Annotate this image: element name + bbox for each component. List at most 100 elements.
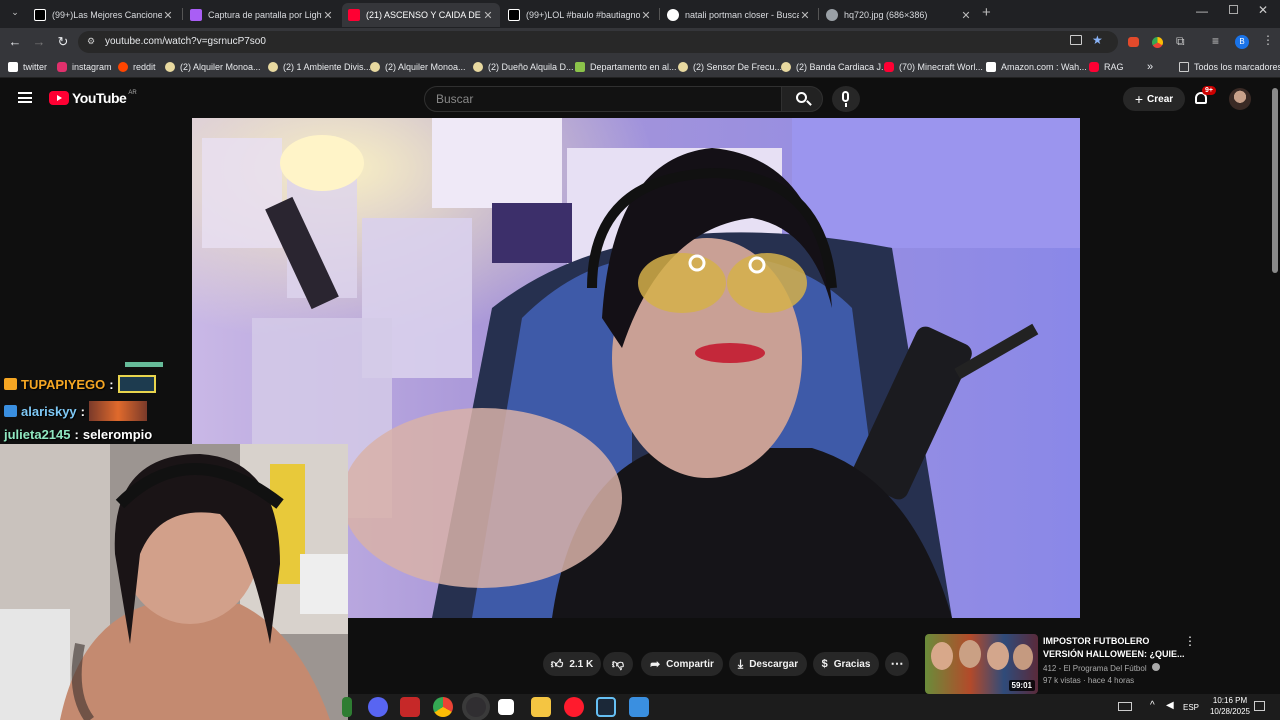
taskbar-app-icon[interactable]: [629, 697, 649, 717]
tab-5[interactable]: natali portman closer - Buscar c ✕: [661, 3, 817, 27]
amazon-icon: [986, 62, 996, 72]
related-video-card[interactable]: 59:01 IMPOSTOR FUTBOLERO VERSIÓN HALLOWE…: [925, 634, 1196, 694]
forward-icon[interactable]: →: [31, 34, 47, 50]
menu-icon[interactable]: ⋮: [1262, 33, 1274, 47]
extension-icon[interactable]: [1128, 37, 1139, 47]
file-explorer-icon[interactable]: [531, 697, 551, 717]
share-button[interactable]: ➦ Compartir: [641, 652, 723, 676]
tab-search-icon[interactable]: ⌄: [8, 7, 22, 21]
chat-separator: :: [74, 427, 79, 442]
site-info-icon[interactable]: ⚙: [87, 36, 95, 47]
close-tab-icon[interactable]: ✕: [960, 9, 972, 22]
bookmark-item[interactable]: twitter: [8, 60, 47, 74]
bookmark-item[interactable]: (2) Alquiler Monoa...: [370, 60, 466, 74]
tiktok-icon: [34, 9, 46, 21]
bookmark-star-icon[interactable]: ★: [1092, 33, 1103, 47]
bookmark-item[interactable]: reddit: [118, 60, 156, 74]
hamburger-menu-icon[interactable]: [18, 92, 32, 103]
all-bookmarks-button[interactable]: Todos los marcadores: [1179, 60, 1280, 74]
close-window-button[interactable]: ✕: [1258, 3, 1268, 17]
windows-taskbar: ^ ◀ ESP 10:16 PM 10/28/2025: [342, 694, 1280, 720]
related-more-icon[interactable]: ⋮: [1184, 634, 1196, 648]
bookmark-item[interactable]: instagram: [57, 60, 112, 74]
language-indicator[interactable]: ESP: [1183, 703, 1199, 712]
tab-2[interactable]: Captura de pantalla por Lightsh ✕: [184, 3, 340, 27]
account-avatar[interactable]: [1229, 88, 1251, 110]
webcam-overlay: [0, 444, 348, 720]
bookmark-item[interactable]: RAG: [1089, 60, 1124, 74]
minimize-button[interactable]: —: [1196, 4, 1208, 18]
reload-icon[interactable]: ↻: [55, 34, 71, 50]
chrome-icon[interactable]: [433, 697, 453, 717]
steam-icon[interactable]: [596, 697, 616, 717]
chevron-up-icon[interactable]: ^: [1150, 700, 1155, 711]
search-input[interactable]: Buscar: [424, 86, 782, 112]
keyboard-icon[interactable]: [1118, 702, 1132, 711]
tab-6[interactable]: hq720.jpg (686×386) ✕: [820, 3, 978, 27]
obs-icon[interactable]: [466, 697, 486, 717]
bookmark-label: twitter: [23, 62, 48, 72]
restore-button[interactable]: [1229, 5, 1238, 14]
close-tab-icon[interactable]: ✕: [482, 9, 494, 22]
extension-icon[interactable]: [1152, 37, 1163, 48]
search-button[interactable]: [781, 86, 823, 112]
new-tab-button[interactable]: +: [982, 4, 996, 21]
taskbar-app-icon[interactable]: [498, 699, 514, 715]
related-video-thumbnail[interactable]: 59:01: [925, 634, 1038, 694]
bookmark-item[interactable]: (2) Sensor De Frecu...: [678, 60, 782, 74]
discord-icon[interactable]: [368, 697, 388, 717]
share-label: Compartir: [666, 658, 714, 670]
page-scrollbar[interactable]: [1272, 88, 1278, 273]
close-tab-icon[interactable]: ✕: [799, 9, 811, 22]
more-icon: ⋯: [890, 656, 904, 671]
chat-message: julieta2145 : selerompio: [4, 427, 152, 442]
channel-name[interactable]: 412 - El Programa Del Fútbol: [1043, 663, 1160, 673]
create-button[interactable]: + Crear: [1123, 87, 1185, 111]
volume-icon[interactable]: ◀: [1166, 700, 1174, 711]
back-icon[interactable]: ←: [7, 34, 23, 50]
more-actions-button[interactable]: ⋯: [885, 652, 909, 676]
tab-1[interactable]: (99+)Las Mejores Canciones Ra ✕: [28, 3, 180, 27]
bookmark-label: (2) Banda Cardiaca J...: [796, 62, 889, 72]
more-bookmarks-button[interactable]: »: [1147, 60, 1153, 74]
bookmark-label: (2) 1 Ambiente Divis...: [283, 62, 372, 72]
bookmark-item[interactable]: (2) Dueño Alquila D...: [473, 60, 574, 74]
bookmark-label: (70) Minecraft Worl...: [899, 62, 983, 72]
tab-4[interactable]: (99+)LOL #baulo #bautiagnone ✕: [502, 3, 658, 27]
folder-icon: [1179, 62, 1189, 72]
notifications-button[interactable]: 9+: [1193, 86, 1216, 108]
bookmark-item[interactable]: Amazon.com : Wah...: [986, 60, 1087, 74]
tab-3-active[interactable]: (21) ASCENSO Y CAIDA DE OK ✕: [342, 3, 500, 27]
download-button[interactable]: ⤓ Descargar: [729, 652, 807, 676]
create-label: Crear: [1147, 93, 1174, 105]
youtube-logo[interactable]: YouTube AR: [49, 90, 137, 106]
related-video-title[interactable]: IMPOSTOR FUTBOLERO VERSIÓN HALLOWEEN: ¿Q…: [1043, 635, 1185, 661]
close-tab-icon[interactable]: ✕: [640, 9, 652, 22]
like-button[interactable]: 👍︎ 2.1 K: [543, 652, 601, 676]
marketplace-icon: [678, 62, 688, 72]
bookmark-item[interactable]: (2) Banda Cardiaca J...: [781, 60, 889, 74]
close-tab-icon[interactable]: ✕: [322, 9, 334, 22]
bookmark-item[interactable]: Departamento en al...: [575, 60, 677, 74]
puzzle-icon[interactable]: ⧉: [1176, 34, 1185, 49]
bookmark-item[interactable]: (2) Alquiler Monoa...: [165, 60, 261, 74]
clock-date[interactable]: 10/28/2025: [1204, 707, 1256, 716]
bookmark-item[interactable]: (70) Minecraft Worl...: [884, 60, 983, 74]
taskbar-app-icon[interactable]: [342, 697, 352, 717]
notification-center-icon[interactable]: [1254, 701, 1265, 711]
thanks-button[interactable]: $ Gracias: [813, 652, 879, 676]
bookmark-label: (2) Dueño Alquila D...: [488, 62, 574, 72]
dislike-button[interactable]: 👎︎: [603, 652, 633, 676]
close-tab-icon[interactable]: ✕: [162, 9, 174, 22]
reading-list-icon[interactable]: ≡: [1212, 34, 1219, 48]
profile-avatar[interactable]: B: [1235, 35, 1249, 49]
cast-icon[interactable]: [1070, 35, 1082, 45]
microphone-icon: [842, 91, 849, 102]
address-bar[interactable]: ⚙ youtube.com/watch?v=gsrnucP7so0 ★: [78, 31, 1118, 53]
bookmark-item[interactable]: (2) 1 Ambiente Divis...: [268, 60, 371, 74]
thanks-label: Gracias: [833, 658, 871, 670]
opera-icon[interactable]: [564, 697, 584, 717]
taskbar-app-icon[interactable]: [400, 697, 420, 717]
voice-search-button[interactable]: [832, 86, 860, 112]
clock-time[interactable]: 10:16 PM: [1210, 696, 1250, 705]
